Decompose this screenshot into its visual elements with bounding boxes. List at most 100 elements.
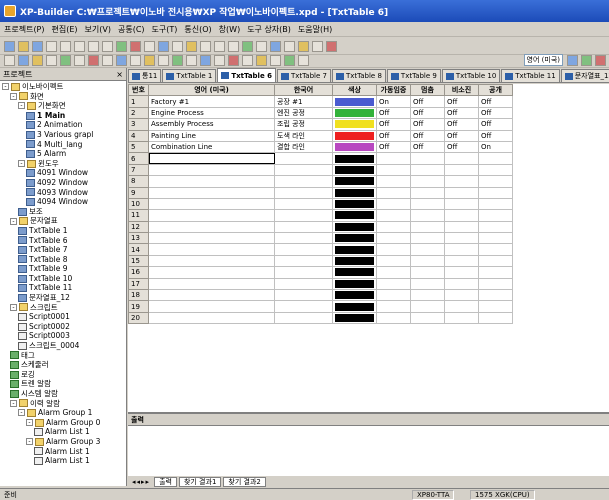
table-cell[interactable] bbox=[410, 175, 445, 188]
table-cell[interactable] bbox=[478, 243, 513, 256]
font-icon[interactable] bbox=[284, 40, 295, 52]
expand-toggle-icon[interactable]: - bbox=[18, 102, 25, 110]
table-cell[interactable]: Off bbox=[478, 129, 513, 142]
new-project-icon[interactable] bbox=[4, 40, 15, 52]
logging-tool-icon[interactable] bbox=[256, 54, 267, 66]
tab-document[interactable]: TxtTable 8 bbox=[331, 69, 386, 82]
tab-find-result-2[interactable]: 찾기 결과2 bbox=[223, 477, 266, 487]
align-right-icon[interactable] bbox=[228, 40, 239, 52]
tree-item[interactable]: Alarm List 1 bbox=[0, 456, 126, 466]
table-cell[interactable] bbox=[376, 186, 411, 199]
table-cell[interactable] bbox=[376, 254, 411, 268]
table-cell[interactable] bbox=[376, 197, 411, 211]
table-cell[interactable] bbox=[274, 197, 333, 211]
paste-icon[interactable] bbox=[74, 40, 85, 52]
window-tool-icon[interactable] bbox=[214, 54, 225, 66]
table-cell[interactable] bbox=[478, 232, 513, 245]
column-header[interactable]: 색상 bbox=[332, 84, 377, 97]
expand-toggle-icon[interactable]: - bbox=[26, 419, 33, 427]
ascii-tool-icon[interactable] bbox=[130, 54, 141, 66]
column-header[interactable]: 한국어 bbox=[274, 84, 333, 97]
tree-item[interactable]: 태그 bbox=[0, 351, 126, 361]
group-icon[interactable] bbox=[242, 40, 253, 52]
table-cell[interactable] bbox=[376, 277, 411, 291]
help-icon[interactable] bbox=[595, 54, 606, 66]
tree-item[interactable]: - 스크립트 bbox=[0, 303, 126, 313]
menu-item[interactable]: 도움말(H) bbox=[298, 24, 332, 35]
tree-item[interactable]: 2 Animation bbox=[0, 120, 126, 130]
table-cell[interactable] bbox=[376, 266, 411, 279]
color-cell[interactable] bbox=[332, 175, 377, 188]
trend-tool-icon[interactable] bbox=[172, 54, 183, 66]
expand-toggle-icon[interactable]: - bbox=[10, 303, 17, 311]
table-cell[interactable] bbox=[274, 152, 333, 165]
table-cell[interactable]: Off bbox=[376, 106, 411, 120]
tree-item[interactable]: 4 Multi_lang bbox=[0, 140, 126, 150]
table-row[interactable]: 13 bbox=[128, 232, 513, 245]
table-cell[interactable] bbox=[410, 186, 445, 199]
alarm-tool-icon[interactable] bbox=[200, 54, 211, 66]
table-cell[interactable] bbox=[478, 186, 513, 199]
row-number[interactable]: 16 bbox=[128, 266, 149, 279]
tab-document[interactable]: TxtTable 10 bbox=[441, 69, 501, 82]
table-cell[interactable] bbox=[274, 277, 333, 291]
color-cell[interactable] bbox=[332, 277, 377, 291]
table-cell[interactable]: Off bbox=[444, 118, 479, 131]
table-cell[interactable] bbox=[478, 163, 513, 177]
tree-item[interactable]: - 문자열표 bbox=[0, 216, 126, 226]
tab-document[interactable]: TxtTable 7 bbox=[277, 69, 331, 82]
menu-item[interactable]: 도구 상자(B) bbox=[247, 24, 291, 35]
menu-item[interactable]: 공통(C) bbox=[118, 24, 145, 35]
table-cell[interactable] bbox=[376, 220, 411, 234]
color-cell[interactable] bbox=[332, 254, 377, 268]
table-cell[interactable] bbox=[478, 254, 513, 268]
table-row[interactable]: 2 Engine Process 엔진 공정 Off Off Off Off bbox=[128, 106, 513, 120]
table-row[interactable]: 12 bbox=[128, 220, 513, 234]
color-cell[interactable] bbox=[332, 220, 377, 234]
table-cell[interactable] bbox=[410, 311, 445, 325]
expand-toggle-icon[interactable]: - bbox=[10, 217, 17, 225]
language-combo[interactable]: 영어 (미국) bbox=[523, 54, 563, 66]
table-cell[interactable]: Off bbox=[478, 106, 513, 120]
print-tool-icon[interactable] bbox=[284, 54, 295, 66]
table-cell[interactable] bbox=[478, 277, 513, 291]
table-cell[interactable] bbox=[376, 163, 411, 177]
tree-item[interactable]: TxtTable 1 bbox=[0, 226, 126, 236]
numeric-tool-icon[interactable] bbox=[116, 54, 127, 66]
column-header[interactable]: 영어 (미국) bbox=[148, 84, 275, 97]
table-cell[interactable]: Off bbox=[410, 129, 445, 142]
tree-item[interactable]: TxtTable 8 bbox=[0, 255, 126, 265]
tag-icon[interactable] bbox=[581, 54, 592, 66]
tree-item[interactable]: TxtTable 7 bbox=[0, 245, 126, 255]
polyline-tool-icon[interactable] bbox=[46, 54, 57, 66]
table-cell[interactable] bbox=[444, 163, 479, 177]
table-cell[interactable] bbox=[444, 220, 479, 234]
table-cell[interactable] bbox=[274, 266, 333, 279]
table-cell[interactable] bbox=[148, 186, 275, 199]
tab-document[interactable]: 통11 bbox=[128, 69, 162, 82]
close-icon[interactable]: × bbox=[116, 70, 123, 79]
download-icon[interactable] bbox=[130, 40, 141, 52]
table-cell[interactable] bbox=[410, 254, 445, 268]
table-cell[interactable] bbox=[478, 289, 513, 302]
table-cell[interactable] bbox=[478, 266, 513, 279]
upload-icon[interactable] bbox=[144, 40, 155, 52]
expand-toggle-icon[interactable]: - bbox=[18, 160, 25, 168]
table-cell[interactable] bbox=[444, 209, 479, 222]
tree-item[interactable]: 보조 bbox=[0, 207, 126, 217]
table-row[interactable]: 18 bbox=[128, 289, 513, 302]
table-cell[interactable]: Off bbox=[444, 95, 479, 108]
row-number[interactable]: 15 bbox=[128, 254, 149, 268]
table-cell[interactable]: Off bbox=[410, 118, 445, 131]
ellipse-tool-icon[interactable] bbox=[32, 54, 43, 66]
table-cell[interactable] bbox=[148, 254, 275, 268]
color-cell[interactable] bbox=[332, 163, 377, 177]
expand-toggle-icon[interactable]: - bbox=[10, 92, 17, 100]
select-tool-icon[interactable] bbox=[4, 54, 15, 66]
animation-tool-icon[interactable] bbox=[228, 54, 239, 66]
row-number[interactable]: 18 bbox=[128, 289, 149, 302]
text-tool-icon[interactable] bbox=[60, 54, 71, 66]
cut-icon[interactable] bbox=[46, 40, 57, 52]
table-cell[interactable] bbox=[410, 243, 445, 256]
table-cell[interactable] bbox=[148, 311, 275, 325]
